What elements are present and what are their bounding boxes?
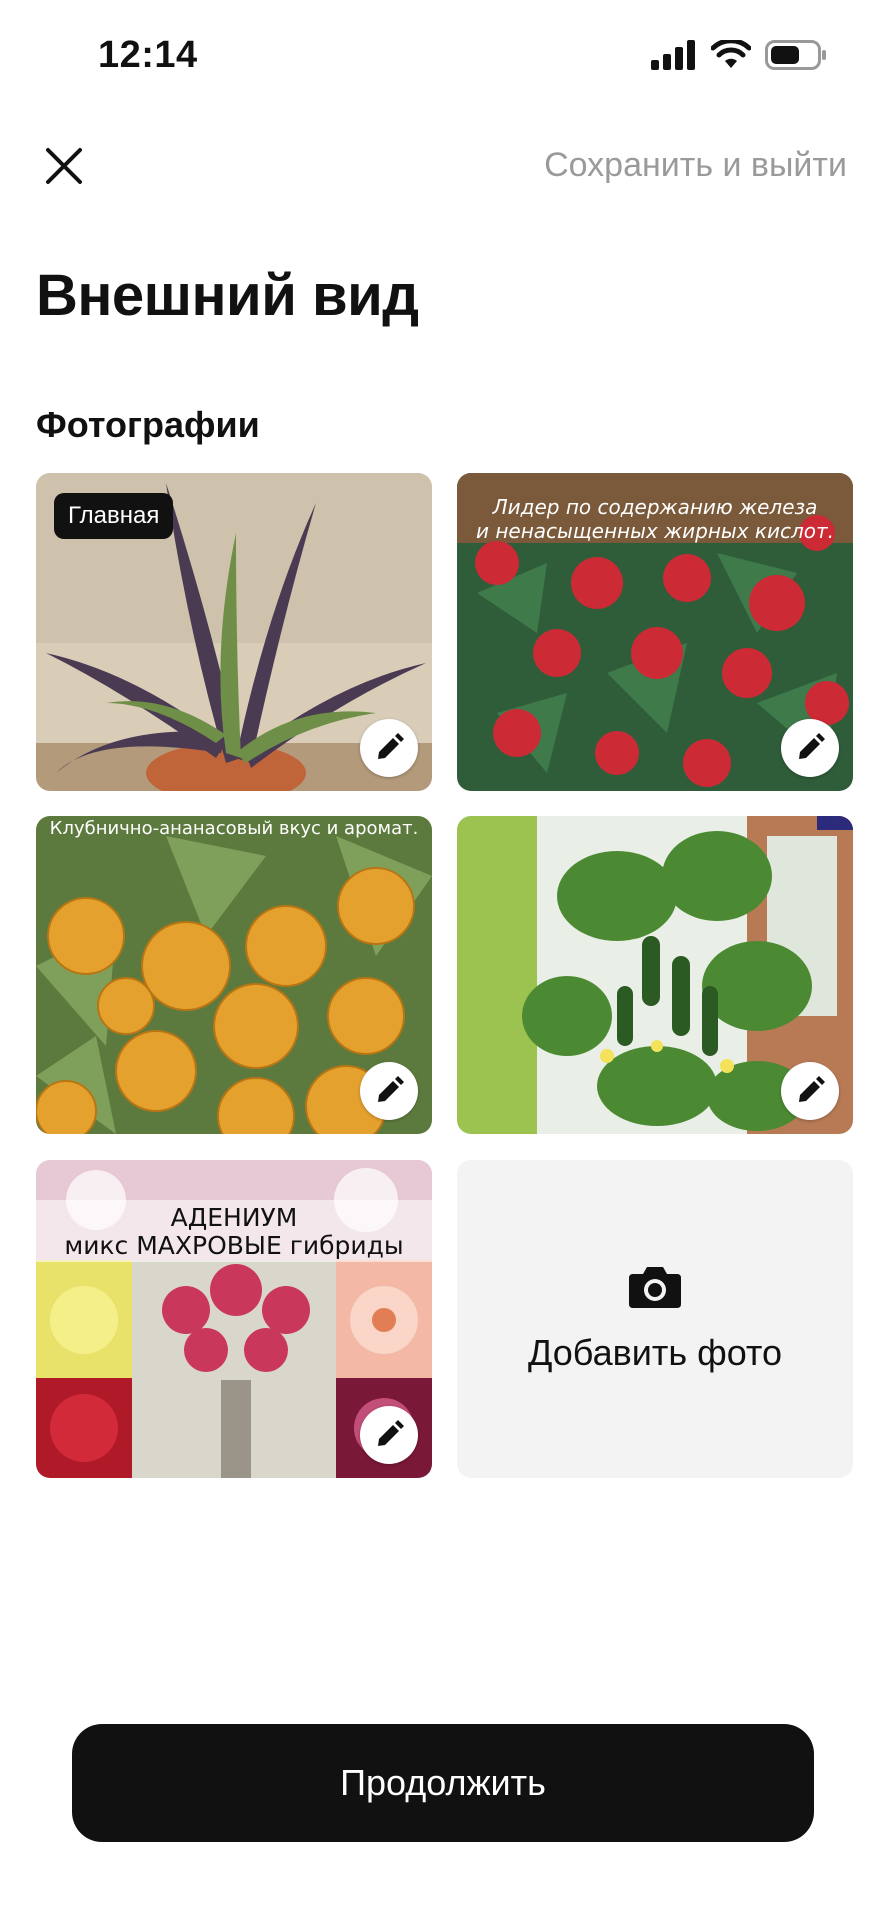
status-icons [651, 40, 827, 70]
photo-caption-line: микс МАХРОВЫЕ гибриды [64, 1231, 404, 1260]
photo-tile[interactable]: АДЕНИУМ микс МАХРОВЫЕ гибриды [36, 1160, 432, 1478]
status-time: 12:14 [98, 34, 198, 76]
photo-tile[interactable] [457, 816, 853, 1134]
photo-caption-line: и ненасыщенных жирных кислот. [475, 519, 834, 543]
photo-tile[interactable]: Клубнично-ананасовый вкус и аромат. [36, 816, 432, 1134]
photo-tile[interactable]: Лидер по содержанию железа и ненасыщенны… [457, 473, 853, 791]
main-photo-badge: Главная [54, 493, 174, 539]
signal-icon [651, 40, 695, 70]
add-photo-button[interactable]: Добавить фото [457, 1160, 853, 1478]
photo-tile-main[interactable]: Главная [36, 473, 432, 791]
pencil-icon [378, 733, 404, 759]
continue-button[interactable]: Продолжить [72, 1724, 814, 1842]
photo-caption: Лидер по содержанию железа и ненасыщенны… [457, 495, 853, 543]
save-and-exit-button[interactable]: Сохранить и выйти [544, 146, 847, 185]
pencil-icon [799, 1076, 825, 1102]
pencil-icon [378, 1420, 404, 1446]
photo-caption: Клубнично-ананасовый вкус и аромат. [49, 818, 419, 839]
photo-caption-line: Лидер по содержанию железа [492, 495, 818, 519]
photo-caption: АДЕНИУМ микс МАХРОВЫЕ гибриды [36, 1204, 432, 1260]
pencil-icon [799, 733, 825, 759]
edit-photo-button[interactable] [360, 1062, 418, 1120]
page-title: Внешний вид [36, 263, 419, 328]
photo-caption-line: АДЕНИУМ [170, 1203, 298, 1232]
edit-photo-button[interactable] [781, 1062, 839, 1120]
screen: 12:14 Сохранить и выйти Внешний вид Фото… [0, 0, 887, 1920]
edit-photo-button[interactable] [360, 719, 418, 777]
camera-icon [629, 1267, 681, 1308]
close-icon [46, 148, 82, 184]
section-title: Фотографии [36, 404, 260, 445]
edit-photo-button[interactable] [360, 1406, 418, 1464]
edit-photo-button[interactable] [781, 719, 839, 777]
battery-icon [765, 40, 826, 70]
wifi-icon [711, 40, 751, 68]
pencil-icon [378, 1076, 404, 1102]
add-photo-label: Добавить фото [527, 1332, 783, 1373]
close-button[interactable] [38, 140, 90, 192]
